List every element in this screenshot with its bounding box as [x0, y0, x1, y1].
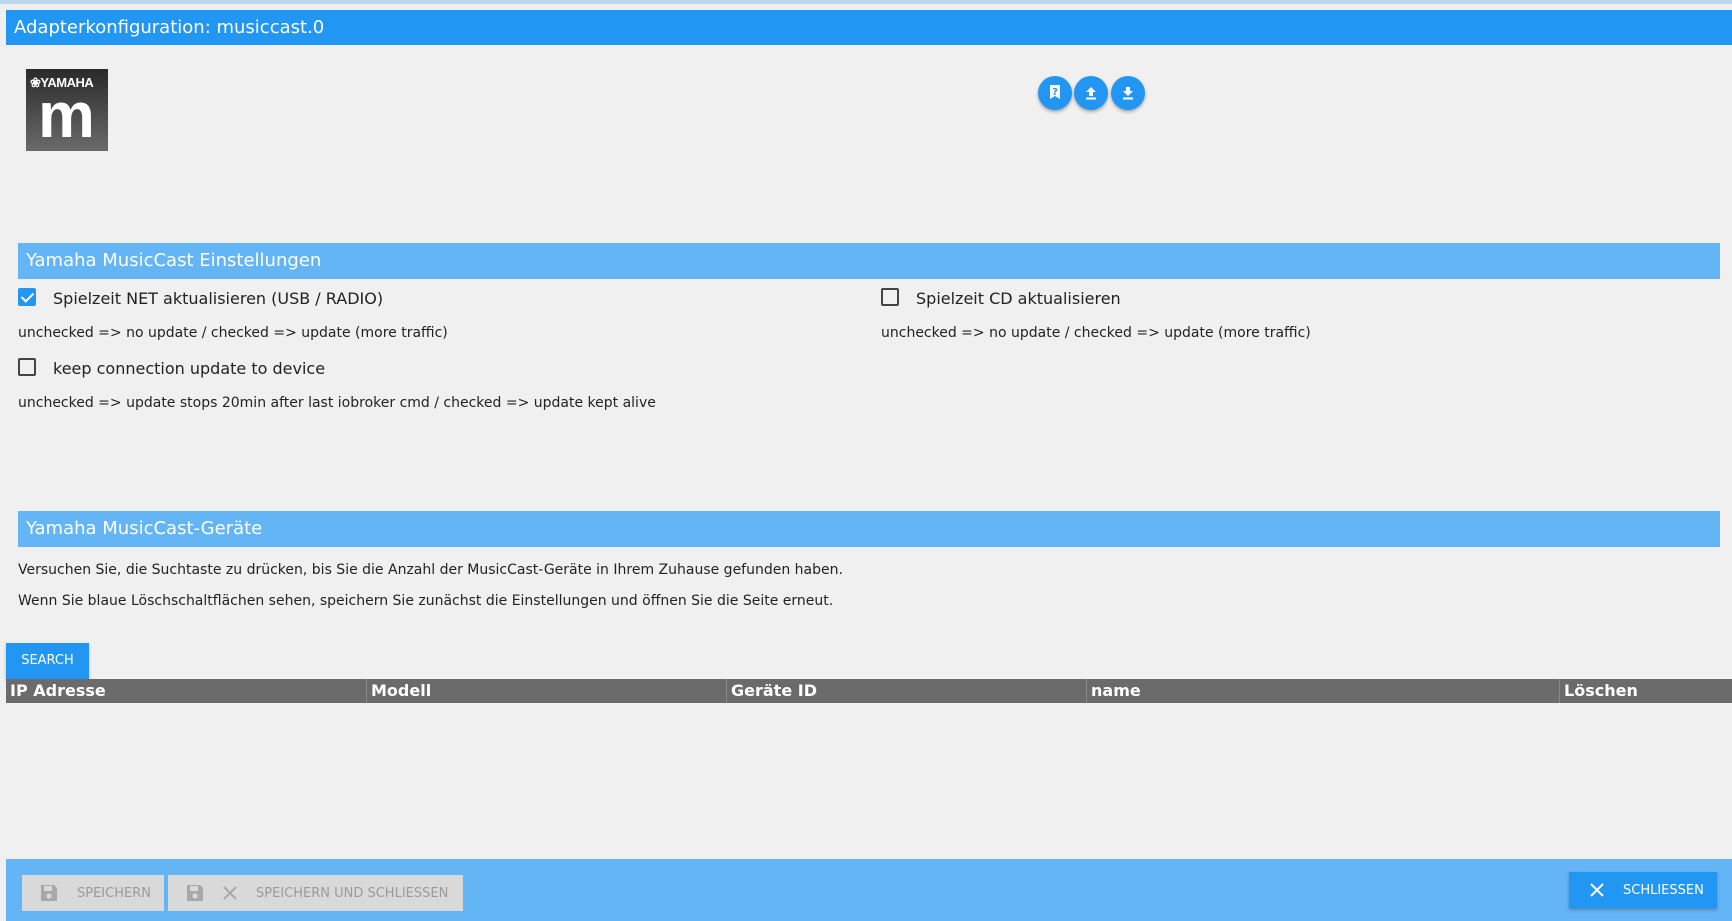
close-icon	[223, 886, 237, 900]
close-icon	[1590, 883, 1604, 897]
svg-text:?: ?	[1052, 87, 1058, 98]
column-model: Modell	[366, 679, 726, 703]
net-update-checkbox[interactable]	[18, 288, 36, 306]
devices-info-search: Versuchen Sie, die Suchtaste zu drücken,…	[18, 562, 843, 578]
devices-section-title: Yamaha MusicCast-Geräte	[18, 511, 1720, 547]
save-and-close-label: SPEICHERN UND SCHLIESSEN	[256, 885, 449, 901]
save-icon	[41, 885, 57, 901]
keep-connection-label: keep connection update to device	[53, 359, 326, 378]
save-and-close-button[interactable]: SPEICHERN UND SCHLIESSEN	[168, 875, 463, 911]
keep-connection-checkbox[interactable]	[18, 358, 36, 376]
settings-section-title: Yamaha MusicCast Einstellungen	[18, 243, 1720, 279]
net-update-hint: unchecked => no update / checked => upda…	[18, 325, 448, 341]
window-title: Adapterkonfiguration: musiccast.0	[6, 10, 1732, 45]
search-button[interactable]: SEARCH	[6, 643, 89, 679]
download-icon	[1123, 87, 1133, 100]
footer-bar: SPEICHERN SPEICHERN UND SCHLIESSEN SCHLI…	[6, 859, 1732, 921]
save-icon	[187, 885, 203, 901]
top-border	[0, 0, 1732, 4]
column-device-id: Geräte ID	[726, 679, 1086, 703]
close-label: SCHLIESSEN	[1623, 882, 1704, 898]
save-button[interactable]: SPEICHERN	[22, 875, 164, 911]
devices-table-header: IP Adresse Modell Geräte ID name Löschen	[6, 679, 1732, 703]
keep-connection-hint: unchecked => update stops 20min after la…	[18, 395, 656, 411]
close-button[interactable]: SCHLIESSEN	[1569, 872, 1717, 908]
devices-info-delete: Wenn Sie blaue Löschschaltflächen sehen,…	[18, 593, 834, 609]
column-name: name	[1086, 679, 1559, 703]
yamaha-musiccast-logo: ❀YAMAHA m	[26, 69, 108, 151]
cd-update-hint: unchecked => no update / checked => upda…	[881, 325, 1311, 341]
column-ip-address: IP Adresse	[10, 681, 106, 700]
cd-update-checkbox[interactable]	[881, 288, 899, 306]
column-delete: Löschen	[1559, 679, 1732, 703]
save-label: SPEICHERN	[77, 885, 151, 901]
help-button[interactable]: ?	[1038, 76, 1072, 110]
help-icon: ?	[1050, 85, 1060, 99]
upload-button[interactable]	[1074, 76, 1108, 110]
download-button[interactable]	[1111, 76, 1145, 110]
logo-mark: m	[38, 79, 95, 151]
net-update-label: Spielzeit NET aktualisieren (USB / RADIO…	[53, 289, 384, 308]
upload-icon	[1086, 87, 1096, 100]
cd-update-label: Spielzeit CD aktualisieren	[916, 289, 1121, 308]
